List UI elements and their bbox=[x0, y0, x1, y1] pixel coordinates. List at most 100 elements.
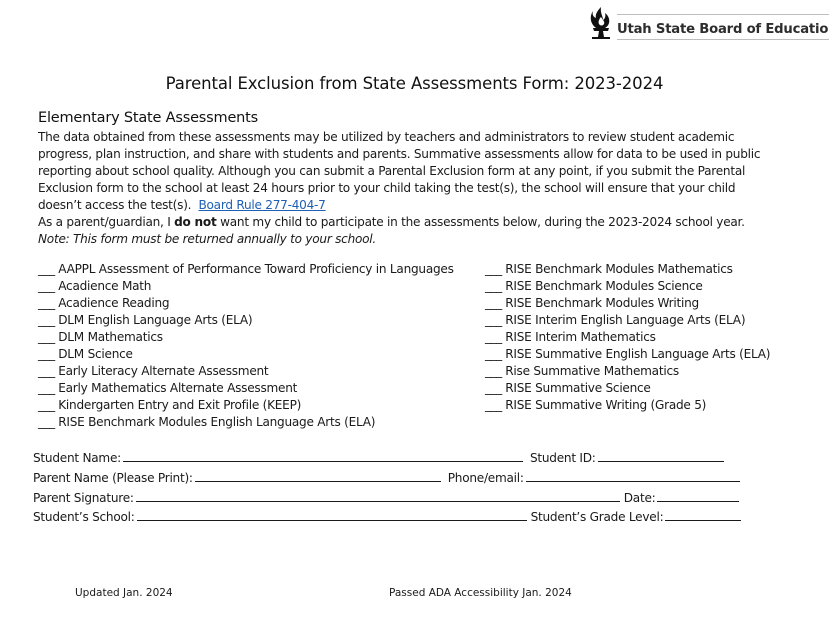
parent-name-label: Parent Name (Please Print): bbox=[33, 470, 193, 485]
grade-level-field[interactable]: Student’s Grade Level: bbox=[531, 508, 742, 528]
statement-suffix: want my child to participate in the asse… bbox=[216, 215, 745, 229]
assessment-item[interactable]: ___ Rise Summative Mathematics bbox=[485, 363, 770, 380]
field-row-school: Student’s School: Student’s Grade Level: bbox=[33, 508, 742, 528]
checkbox-blank[interactable]: ___ bbox=[485, 398, 502, 412]
form-title: Parental Exclusion from State Assessment… bbox=[165, 74, 664, 93]
assessment-label: RISE Summative Writing (Grade 5) bbox=[505, 398, 707, 412]
student-name-field[interactable]: Student Name: bbox=[33, 449, 523, 469]
checkbox-blank[interactable]: ___ bbox=[38, 381, 55, 395]
assessment-label: DLM Mathematics bbox=[58, 330, 163, 344]
checkbox-blank[interactable]: ___ bbox=[485, 313, 502, 327]
checkbox-blank[interactable]: ___ bbox=[485, 262, 502, 276]
assessment-label: Early Mathematics Alternate Assessment bbox=[58, 381, 298, 395]
parent-name-line[interactable] bbox=[194, 469, 441, 482]
annual-note: Note: This form must be returned annuall… bbox=[38, 232, 376, 246]
assessment-list-left: ___ AAPPL Assessment of Performance Towa… bbox=[38, 261, 454, 431]
checkbox-blank[interactable]: ___ bbox=[485, 347, 502, 361]
phone-email-field[interactable]: Phone/email: bbox=[448, 469, 740, 489]
assessment-item[interactable]: ___ DLM Science bbox=[38, 346, 454, 363]
assessment-item[interactable]: ___ RISE Summative Science bbox=[485, 380, 770, 397]
assessment-label: Rise Summative Mathematics bbox=[505, 364, 679, 378]
logo-divider-bottom bbox=[617, 39, 829, 40]
checkbox-blank[interactable]: ___ bbox=[38, 364, 55, 378]
assessment-item[interactable]: ___ RISE Interim Mathematics bbox=[485, 329, 770, 346]
intro-paragraph-text: The data obtained from these assessments… bbox=[38, 130, 761, 212]
assessment-list-right: ___ RISE Benchmark Modules Mathematics __… bbox=[485, 261, 771, 414]
parent-signature-field[interactable]: Parent Signature: bbox=[33, 489, 620, 509]
assessment-item[interactable]: ___ DLM English Language Arts (ELA) bbox=[38, 312, 454, 329]
checkbox-blank[interactable]: ___ bbox=[38, 347, 55, 361]
assessment-label: DLM English Language Arts (ELA) bbox=[58, 313, 253, 327]
students-school-field[interactable]: Student’s School: bbox=[33, 508, 527, 528]
assessment-label: Kindergarten Entry and Exit Profile (KEE… bbox=[58, 398, 302, 412]
parent-signature-line[interactable] bbox=[135, 489, 620, 502]
date-line[interactable] bbox=[657, 489, 740, 502]
assessment-item[interactable]: ___ RISE Benchmark Modules Science bbox=[485, 278, 770, 295]
assessment-label: RISE Benchmark Modules Science bbox=[505, 279, 703, 293]
parent-name-field[interactable]: Parent Name (Please Print): bbox=[33, 469, 441, 489]
field-row-parent: Parent Name (Please Print): Phone/email: bbox=[33, 469, 741, 489]
assessment-item[interactable]: ___ RISE Summative English Language Arts… bbox=[485, 346, 771, 363]
footer-updated: Updated Jan. 2024 bbox=[75, 587, 173, 599]
assessment-item[interactable]: ___ RISE Summative Writing (Grade 5) bbox=[485, 397, 770, 414]
assessment-item[interactable]: ___ RISE Benchmark Modules English Langu… bbox=[38, 414, 454, 431]
checkbox-blank[interactable]: ___ bbox=[38, 313, 55, 327]
usbe-logo: Utah State Board of Education bbox=[588, 4, 829, 40]
assessment-label: AAPPL Assessment of Performance Toward P… bbox=[58, 262, 454, 276]
students-school-label: Student’s School: bbox=[33, 510, 135, 525]
assessment-item[interactable]: ___ Early Mathematics Alternate Assessme… bbox=[38, 380, 454, 397]
flame-torch-icon bbox=[590, 7, 610, 39]
checkbox-blank[interactable]: ___ bbox=[38, 262, 55, 276]
signature-fields: Student Name: Student ID: Parent Name (P… bbox=[33, 449, 742, 528]
checkbox-blank[interactable]: ___ bbox=[485, 279, 502, 293]
date-label: Date: bbox=[623, 490, 656, 505]
checkbox-blank[interactable]: ___ bbox=[38, 398, 55, 412]
assessment-label: Early Literacy Alternate Assessment bbox=[58, 364, 269, 378]
grade-level-line[interactable] bbox=[665, 508, 742, 522]
assessment-item[interactable]: ___ Acadience Reading bbox=[38, 295, 454, 312]
grade-level-label: Student’s Grade Level: bbox=[530, 510, 664, 525]
assessment-label: DLM Science bbox=[58, 347, 133, 361]
assessment-label: RISE Summative Science bbox=[505, 381, 651, 395]
assessment-item[interactable]: ___ Kindergarten Entry and Exit Profile … bbox=[38, 397, 454, 414]
field-row-signature: Parent Signature: Date: bbox=[33, 489, 741, 509]
parent-signature-label: Parent Signature: bbox=[33, 490, 134, 505]
footer-accessibility: Passed ADA Accessibility Jan. 2024 bbox=[389, 587, 572, 599]
intro-paragraph: The data obtained from these assessments… bbox=[38, 129, 778, 214]
checkbox-blank[interactable]: ___ bbox=[485, 330, 502, 344]
checkbox-blank[interactable]: ___ bbox=[38, 415, 55, 429]
field-row-student: Student Name: Student ID: bbox=[33, 449, 741, 469]
students-school-line[interactable] bbox=[136, 508, 527, 522]
statement-emphasis: do not bbox=[174, 215, 217, 229]
statement-prefix: As a parent/guardian, I bbox=[38, 215, 175, 229]
assessment-item[interactable]: ___ RISE Interim English Language Arts (… bbox=[485, 312, 770, 329]
date-field[interactable]: Date: bbox=[624, 489, 740, 509]
assessment-label: RISE Benchmark Modules Mathematics bbox=[505, 262, 733, 276]
assessment-item[interactable]: ___ RISE Benchmark Modules Writing bbox=[485, 295, 770, 312]
assessment-item[interactable]: ___ Acadience Math bbox=[38, 278, 454, 295]
assessment-item[interactable]: ___ AAPPL Assessment of Performance Towa… bbox=[38, 261, 454, 278]
phone-email-line[interactable] bbox=[525, 469, 740, 482]
checkbox-blank[interactable]: ___ bbox=[485, 364, 502, 378]
student-name-line[interactable] bbox=[122, 449, 523, 462]
checkbox-blank[interactable]: ___ bbox=[38, 296, 55, 310]
student-id-line[interactable] bbox=[597, 449, 724, 462]
assessment-item[interactable]: ___ DLM Mathematics bbox=[38, 329, 454, 346]
checkbox-blank[interactable]: ___ bbox=[38, 279, 55, 293]
checkbox-blank[interactable]: ___ bbox=[485, 381, 502, 395]
logo-divider-top bbox=[617, 14, 829, 15]
assessment-item[interactable]: ___ RISE Benchmark Modules Mathematics bbox=[485, 261, 770, 278]
assessment-label: Acadience Math bbox=[58, 279, 152, 293]
student-id-field[interactable]: Student ID: bbox=[530, 449, 724, 469]
board-rule-link[interactable]: Board Rule 277-404-7 bbox=[198, 198, 325, 212]
assessment-label: RISE Benchmark Modules English Language … bbox=[58, 415, 376, 429]
student-name-label: Student Name: bbox=[33, 451, 121, 465]
parent-statement: As a parent/guardian, I do not want my c… bbox=[38, 214, 778, 231]
assessment-label: Acadience Reading bbox=[58, 296, 170, 310]
assessment-label: RISE Interim Mathematics bbox=[505, 330, 656, 344]
assessment-item[interactable]: ___ Early Literacy Alternate Assessment bbox=[38, 363, 454, 380]
logo-text: Utah State Board of Education bbox=[617, 22, 829, 37]
checkbox-blank[interactable]: ___ bbox=[38, 330, 55, 344]
assessment-label: RISE Summative English Language Arts (EL… bbox=[505, 347, 771, 361]
checkbox-blank[interactable]: ___ bbox=[485, 296, 502, 310]
